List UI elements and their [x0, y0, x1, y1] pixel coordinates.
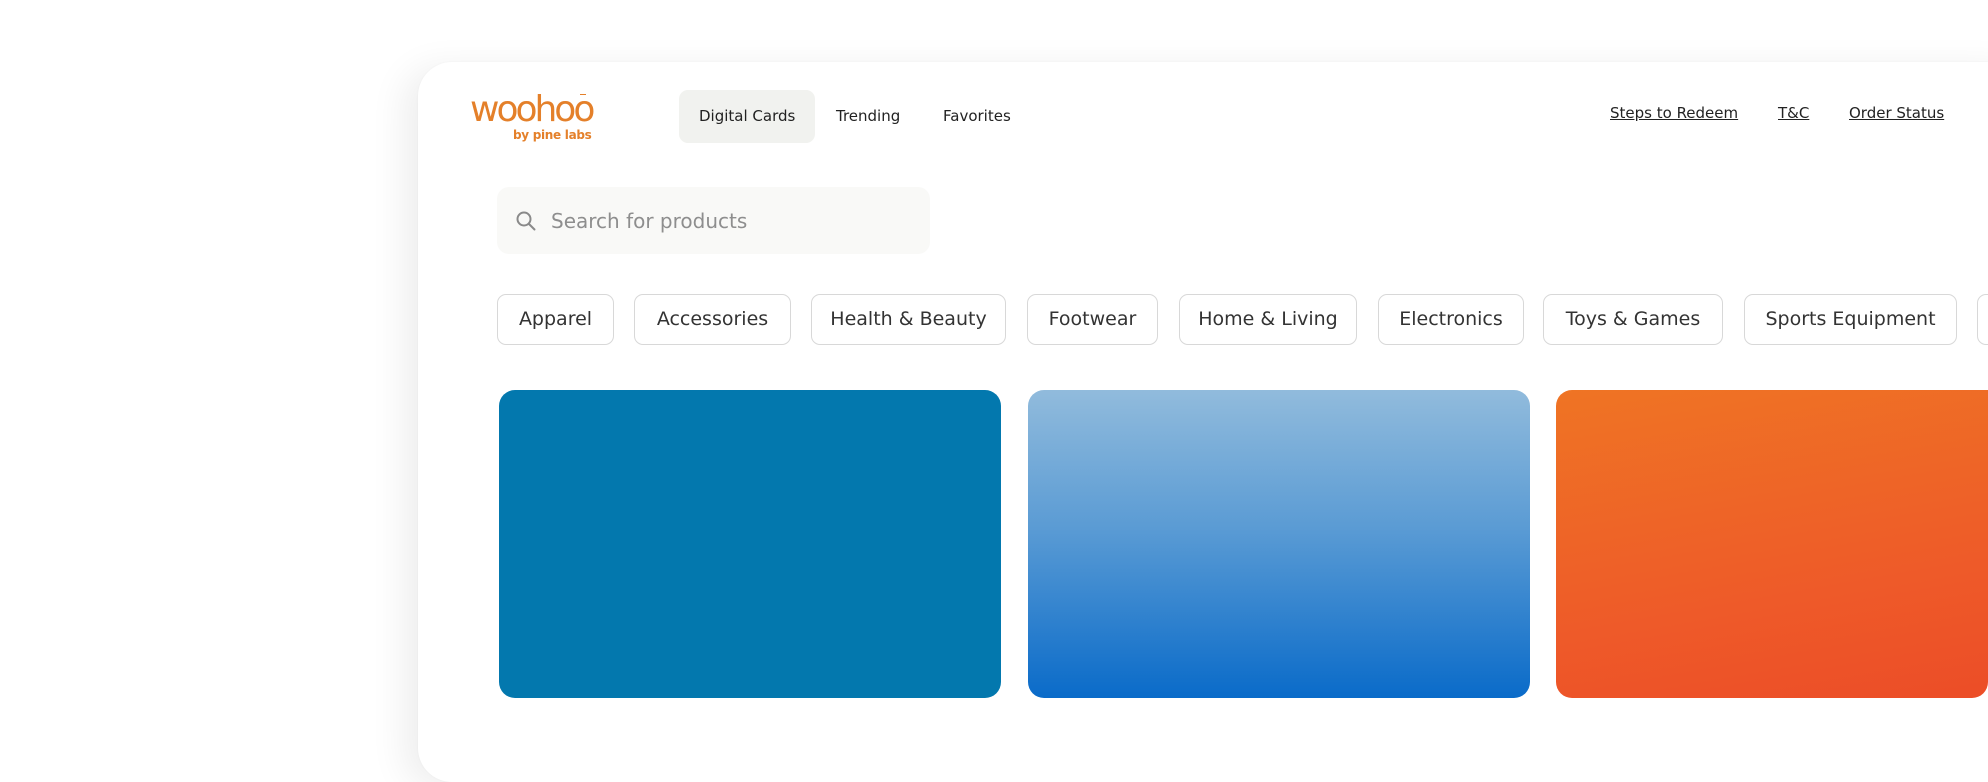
category-chip-apparel[interactable]: Apparel — [497, 294, 614, 345]
category-chip-footwear[interactable]: Footwear — [1027, 294, 1158, 345]
logo-subtitle: by pine labs — [513, 128, 592, 142]
category-chip-home-living[interactable]: Home & Living — [1179, 294, 1357, 345]
gift-card-tile[interactable] — [499, 390, 1001, 698]
category-chip-sports-equipment[interactable]: Sports Equipment — [1744, 294, 1957, 345]
category-filter-bar: Apparel Accessories Health & Beauty Foot… — [497, 294, 1988, 345]
tab-digital-cards[interactable]: Digital Cards — [679, 90, 815, 143]
gift-card-tile[interactable] — [1556, 390, 1988, 698]
terms-link[interactable]: T&C — [1778, 104, 1809, 122]
search-input[interactable] — [551, 187, 911, 254]
woohoo-logo[interactable]: woohoo by pine labs — [470, 90, 595, 146]
order-status-link[interactable]: Order Status — [1849, 104, 1944, 122]
category-chip-health-beauty[interactable]: Health & Beauty — [811, 294, 1006, 345]
steps-to-redeem-link[interactable]: Steps to Redeem — [1610, 104, 1738, 122]
tab-favorites[interactable]: Favorites — [943, 90, 1011, 143]
tab-trending[interactable]: Trending — [836, 90, 900, 143]
logo-wordmark: woohoo — [470, 89, 595, 130]
category-chip-electronics[interactable]: Electronics — [1378, 294, 1524, 345]
category-chip-more[interactable] — [1977, 294, 1988, 345]
search-icon — [515, 210, 537, 232]
logo-mark — [580, 94, 586, 95]
gift-card-tile[interactable] — [1028, 390, 1530, 698]
category-chip-accessories[interactable]: Accessories — [634, 294, 791, 345]
search-bar[interactable] — [497, 187, 930, 254]
category-chip-toys-games[interactable]: Toys & Games — [1543, 294, 1723, 345]
